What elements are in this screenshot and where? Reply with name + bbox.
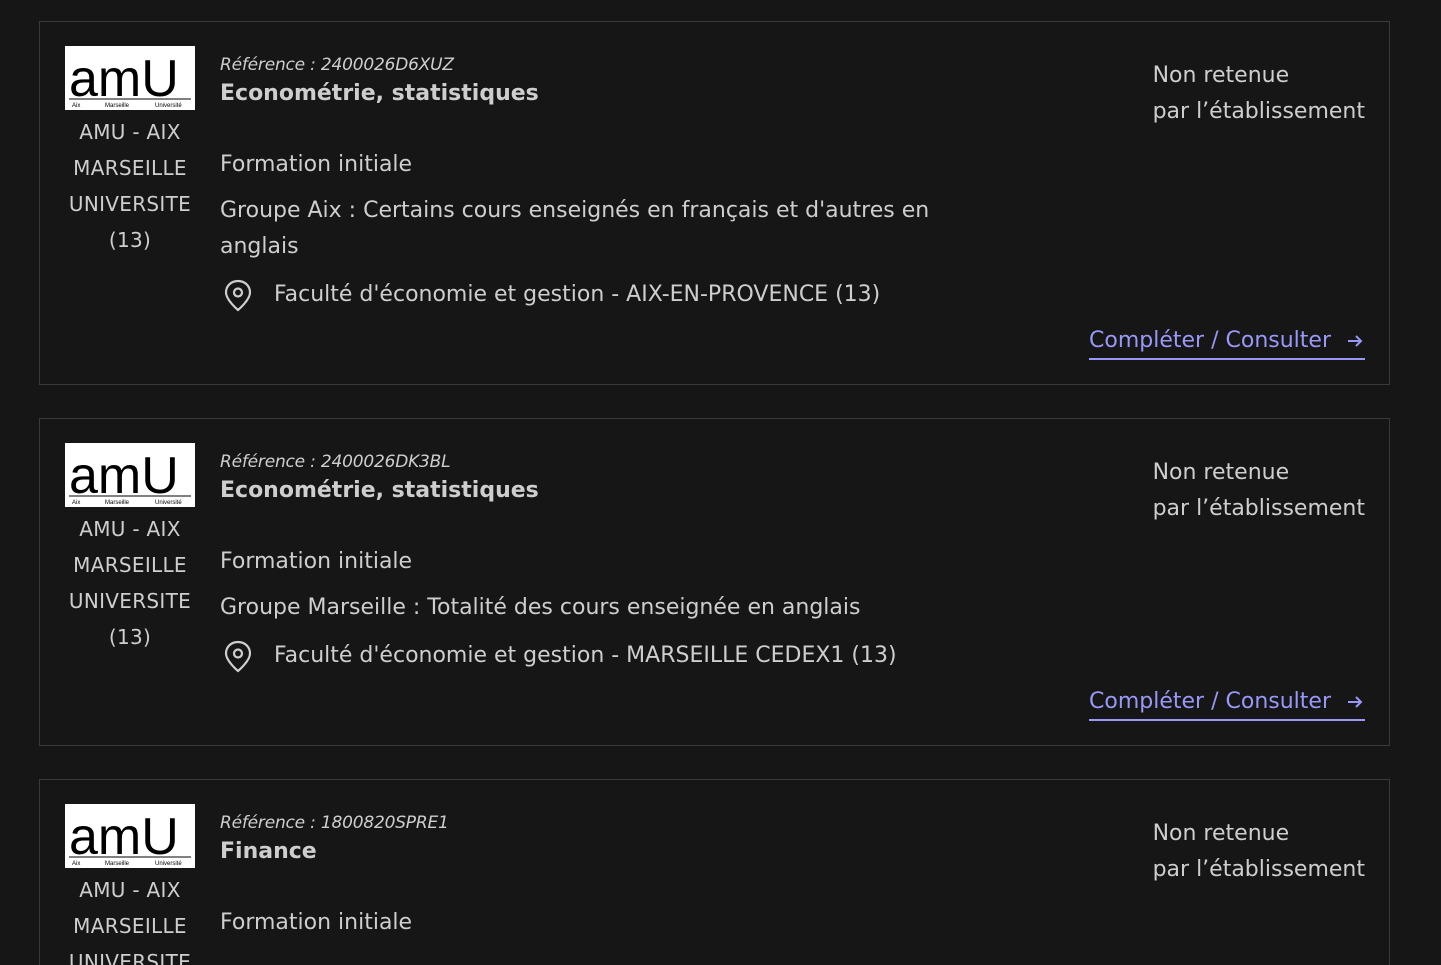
formation-info: Référence : 1800820SPRE1 Finance Formati… (220, 810, 940, 941)
reference-text: Référence : 1800820SPRE1 (220, 813, 449, 833)
formation-title: Econométrie, statistiques (220, 478, 539, 503)
formation-title: Finance (220, 839, 317, 864)
svg-text:Université: Université (155, 861, 182, 867)
status-text: Non retenue par l’établissement (1153, 455, 1365, 527)
svg-text:Aix: Aix (72, 500, 80, 506)
formation-detail: Groupe Marseille : Totalité des cours en… (220, 595, 861, 620)
link-label: Compléter / Consulter (1089, 689, 1331, 714)
institution-column: amU Aix Marseille Université AMU - AIX M… (64, 804, 196, 965)
complete-consult-link[interactable]: Compléter / Consulter (1089, 685, 1365, 721)
status-line: Non retenue (1152, 460, 1290, 485)
application-card: amU Aix Marseille Université AMU - AIX M… (39, 418, 1390, 746)
formation-type: Formation initiale (220, 549, 413, 574)
status-line: Non retenue (1152, 63, 1290, 88)
map-pin-icon (224, 279, 252, 312)
svg-text:Marseille: Marseille (105, 500, 130, 506)
map-pin-icon (224, 640, 252, 673)
status-text: Non retenue par l’établissement (1153, 58, 1365, 130)
application-card: amU Aix Marseille Université AMU - AIX M… (39, 21, 1390, 385)
application-card: amU Aix Marseille Université AMU - AIX M… (39, 779, 1390, 965)
institution-column: amU Aix Marseille Université AMU - AIX M… (64, 46, 196, 258)
institution-column: amU Aix Marseille Université AMU - AIX M… (64, 443, 196, 655)
amu-logo: amU Aix Marseille Université (65, 443, 195, 507)
status-line: par l’établissement (1152, 99, 1365, 124)
status-line: par l’établissement (1152, 857, 1365, 882)
svg-text:Aix: Aix (72, 861, 80, 867)
status-text: Non retenue par l’établissement (1153, 816, 1365, 888)
formation-location: Faculté d'économie et gestion - AIX-EN-P… (220, 277, 940, 313)
svg-text:Aix: Aix (72, 103, 80, 109)
formation-info: Référence : 2400026DK3BL Econométrie, st… (220, 449, 940, 674)
complete-consult-link[interactable]: Compléter / Consulter (1089, 324, 1365, 360)
formation-type: Formation initiale (220, 152, 413, 177)
amu-logo: amU Aix Marseille Université (65, 46, 195, 110)
arrow-right-icon (1348, 696, 1363, 708)
svg-text:Université: Université (155, 500, 182, 506)
formation-info: Référence : 2400026D6XUZ Econométrie, st… (220, 52, 940, 313)
svg-text:Université: Université (155, 103, 182, 109)
formation-detail: Groupe Aix : Certains cours enseignés en… (220, 198, 930, 259)
formation-title: Econométrie, statistiques (220, 81, 539, 106)
formation-location: Faculté d'économie et gestion - MARSEILL… (220, 638, 940, 674)
svg-text:Marseille: Marseille (105, 861, 130, 867)
status-line: Non retenue (1152, 821, 1290, 846)
location-text: Faculté d'économie et gestion - MARSEILL… (274, 643, 897, 668)
status-line: par l’établissement (1152, 496, 1365, 521)
arrow-right-icon (1348, 335, 1363, 347)
institution-name: AMU - AIX MARSEILLE UNIVERSITE (13) (68, 517, 192, 649)
application-list: amU Aix Marseille Université AMU - AIX M… (0, 0, 1441, 965)
link-label: Compléter / Consulter (1089, 328, 1331, 353)
reference-text: Référence : 2400026DK3BL (220, 452, 451, 472)
location-text: Faculté d'économie et gestion - AIX-EN-P… (274, 282, 881, 307)
formation-type: Formation initiale (220, 910, 413, 935)
svg-text:Marseille: Marseille (105, 103, 130, 109)
amu-logo: amU Aix Marseille Université (65, 804, 195, 868)
institution-name: AMU - AIX MARSEILLE UNIVERSITE (13) (68, 120, 192, 252)
reference-text: Référence : 2400026D6XUZ (220, 55, 454, 75)
institution-name: AMU - AIX MARSEILLE UNIVERSITE (68, 878, 192, 965)
